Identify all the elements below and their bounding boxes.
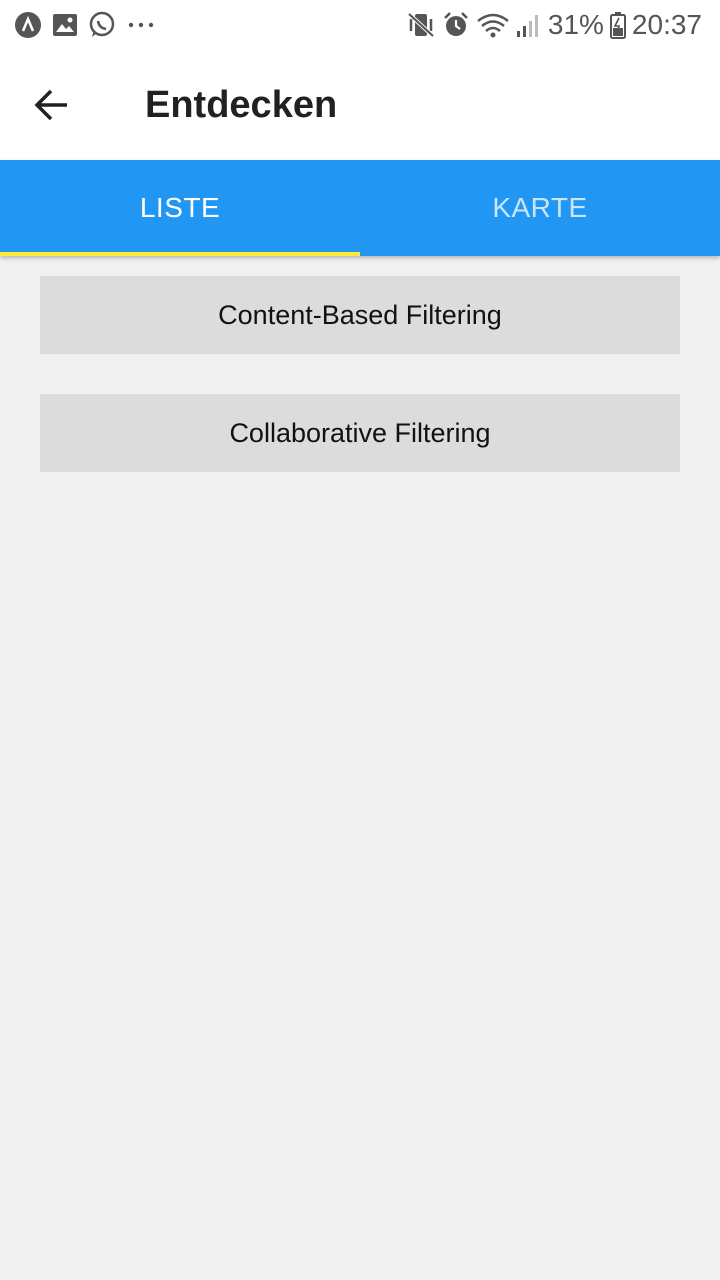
gallery-icon xyxy=(52,13,78,37)
arrow-back-icon xyxy=(34,87,70,123)
tab-bar: LISTE KARTE xyxy=(0,160,720,256)
more-dots-icon xyxy=(126,21,156,29)
clock: 20:37 xyxy=(631,9,702,40)
app-bar: Entdecken xyxy=(0,50,720,160)
content-list: Content-Based Filtering Collaborative Fi… xyxy=(0,256,720,1280)
vibrate-mute-icon xyxy=(406,11,436,39)
page-title: Entdecken xyxy=(145,84,338,126)
alarm-icon xyxy=(442,11,470,39)
app-a-icon xyxy=(14,11,42,39)
tab-karte[interactable]: KARTE xyxy=(360,160,720,256)
collaborative-filtering-button[interactable]: Collaborative Filtering xyxy=(40,394,680,472)
battery-icon xyxy=(609,11,626,39)
status-left-icons xyxy=(14,11,156,39)
battery-percent: 31% xyxy=(547,9,604,40)
status-right-icons: 31% 20:37 xyxy=(406,9,702,41)
back-button[interactable] xyxy=(22,75,82,135)
signal-icon xyxy=(516,11,542,39)
tab-liste[interactable]: LISTE xyxy=(0,160,360,256)
whatsapp-icon xyxy=(88,11,116,39)
wifi-icon xyxy=(476,11,510,39)
status-bar: 31% 20:37 xyxy=(0,0,720,50)
content-based-filtering-button[interactable]: Content-Based Filtering xyxy=(40,276,680,354)
